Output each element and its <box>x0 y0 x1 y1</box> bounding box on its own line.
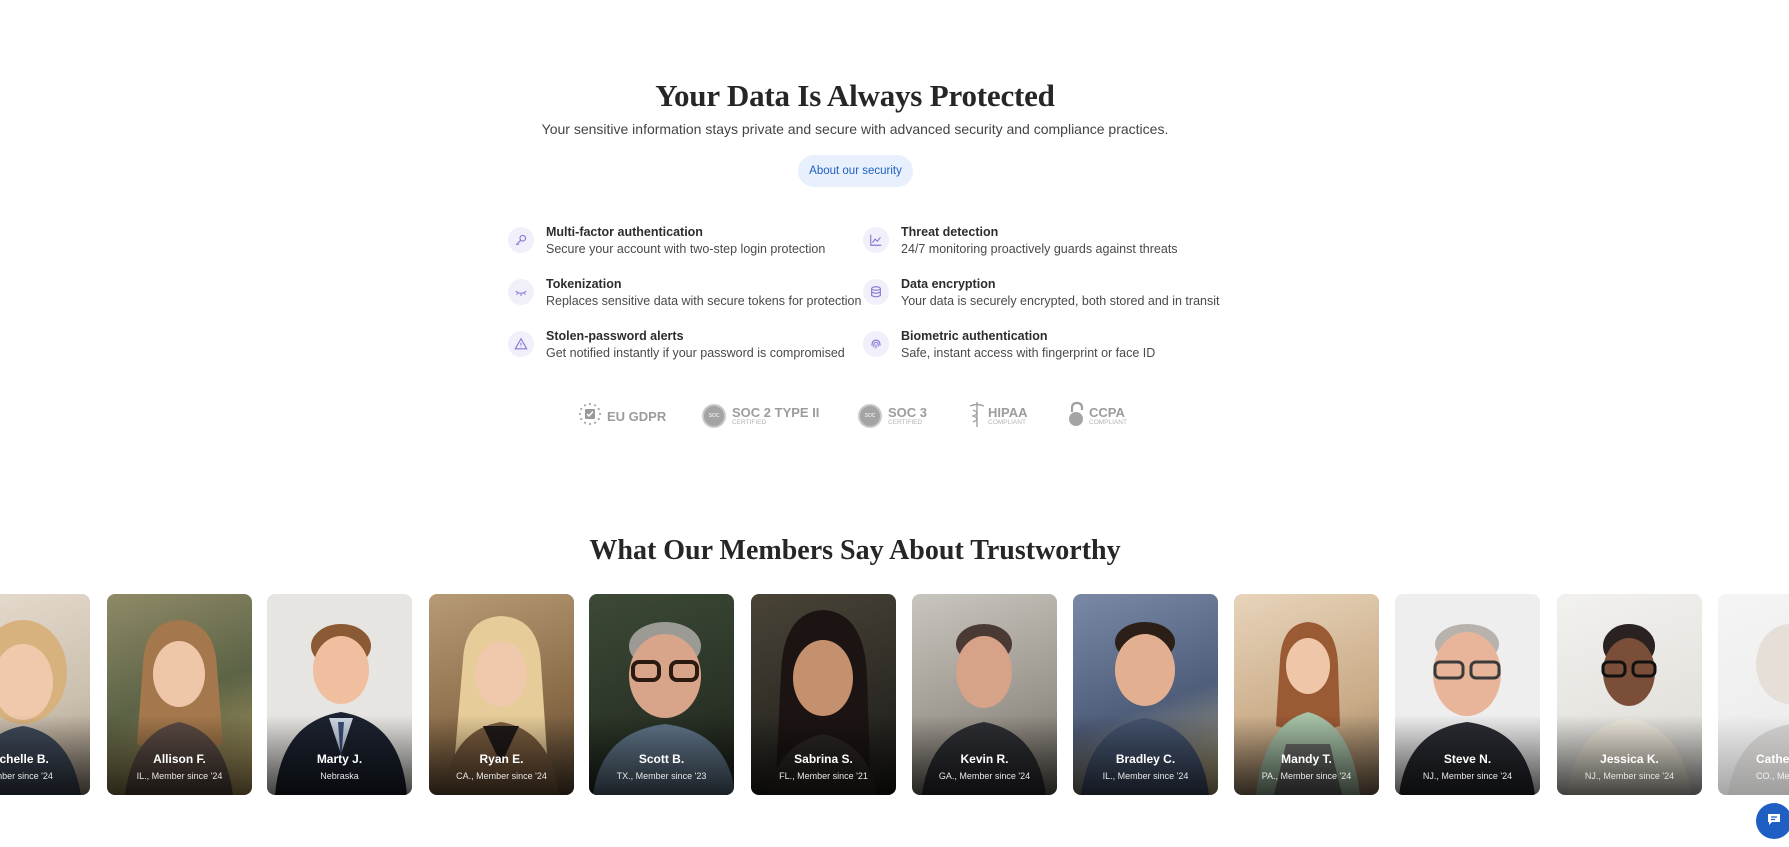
badge-name: SOC 2 TYPE II <box>732 405 820 420</box>
feature-desc: 24/7 monitoring proactively guards again… <box>901 242 1178 256</box>
padlock-icon <box>1068 401 1086 432</box>
feature-title: Threat detection <box>901 225 999 239</box>
aicpa-seal-icon: SOC <box>702 404 726 428</box>
badge-name: HIPAA <box>988 405 1028 420</box>
testimonial-card[interactable]: Ryan E. CA., Member since '24 <box>429 594 574 795</box>
member-name: Allison F. <box>153 752 206 766</box>
member-name: Cathe <box>1756 752 1789 766</box>
member-name: Ryan E. <box>479 752 524 766</box>
feature-desc: Get notified instantly if your password … <box>546 346 845 360</box>
security-heading: Your Data Is Always Protected <box>655 78 1055 113</box>
badge-name: SOC 3 <box>888 405 928 420</box>
badge-ccpa: CCPA COMPLIANT <box>1068 401 1127 431</box>
testimonial-card[interactable]: Marty J. Nebraska <box>267 594 412 795</box>
feature-data-encryption: Data encryption Your data is securely en… <box>863 276 1219 310</box>
badge-sub: COMPLIANT <box>1089 419 1127 426</box>
key-icon <box>508 227 534 253</box>
member-meta: Nebraska <box>320 771 359 781</box>
badge-sub: COMPLIANT <box>988 419 1026 426</box>
testimonial-card[interactable]: Michelle B. Member since '24 <box>0 594 90 795</box>
badge-sub: CERTIFIED <box>888 419 923 426</box>
fingerprint-icon <box>863 331 889 357</box>
page: Your Data Is Always Protected Your sensi… <box>0 0 1789 847</box>
feature-desc: Secure your account with two-step login … <box>546 242 826 256</box>
feature-desc: Your data is securely encrypted, both st… <box>901 294 1220 308</box>
member-meta: Member since '24 <box>0 771 53 781</box>
member-meta: FL., Member since '21 <box>779 771 868 781</box>
feature-desc: Replaces sensitive data with secure toke… <box>546 294 862 308</box>
member-name: Steve N. <box>1443 752 1492 766</box>
chat-button[interactable] <box>1756 803 1789 839</box>
testimonial-card[interactable]: Bradley C. IL., Member since '24 <box>1073 594 1218 795</box>
member-name: Michelle B. <box>0 752 49 766</box>
feature-threat-detection: Threat detection 24/7 monitoring proacti… <box>863 224 1178 258</box>
testimonials-heading: What Our Members Say About Trustworthy <box>589 535 1121 566</box>
about-security-button[interactable]: About our security <box>798 155 913 187</box>
feature-title: Multi-factor authentication <box>546 225 703 239</box>
testimonial-card[interactable]: Kevin R. GA., Member since '24 <box>912 594 1057 795</box>
member-name: Kevin R. <box>960 752 1009 766</box>
feature-desc: Safe, instant access with fingerprint or… <box>901 346 1156 360</box>
chat-bubble-icon <box>1766 811 1782 832</box>
testimonial-card[interactable]: Mandy T. PA., Member since '24 <box>1234 594 1379 795</box>
member-name: Scott B. <box>638 752 685 766</box>
member-meta: CA., Member since '24 <box>456 771 547 781</box>
badge-soc3: SOC SOC 3 CERTIFIED <box>858 401 927 431</box>
badge-sub: CERTIFIED <box>732 419 767 426</box>
eu-stars-check-icon <box>578 402 602 431</box>
testimonial-card[interactable]: Scott B. TX., Member since '23 <box>589 594 734 795</box>
badge-soc2: SOC SOC 2 TYPE II CERTIFIED <box>702 401 819 431</box>
badge-name: CCPA <box>1089 405 1125 420</box>
member-meta: IL., Member since '24 <box>1102 771 1189 781</box>
member-name: Jessica K. <box>1600 752 1659 766</box>
member-meta: TX., Member since '23 <box>616 771 707 781</box>
testimonial-card[interactable]: Cathe CO., Mem <box>1718 594 1789 795</box>
member-name: Bradley C. <box>1115 752 1176 766</box>
member-name: Sabrina S. <box>794 752 853 766</box>
member-meta: CO., Mem <box>1756 771 1789 781</box>
eye-closed-icon <box>508 279 534 305</box>
database-icon <box>863 279 889 305</box>
feature-title: Biometric authentication <box>901 329 1048 343</box>
feature-title: Stolen-password alerts <box>546 329 684 343</box>
caduceus-icon <box>968 400 986 433</box>
chart-line-icon <box>863 227 889 253</box>
member-name: Mandy T. <box>1281 752 1332 766</box>
security-subtitle: Your sensitive information stays private… <box>541 121 1169 137</box>
testimonials-carousel[interactable]: Michelle B. Member since '24 Allison F. … <box>0 594 1789 795</box>
member-meta: PA., Member since '24 <box>1261 771 1352 781</box>
testimonial-card[interactable]: Sabrina S. FL., Member since '21 <box>751 594 896 795</box>
feature-tokenization: Tokenization Replaces sensitive data wit… <box>508 276 861 310</box>
member-name: Marty J. <box>316 752 363 766</box>
warning-triangle-icon <box>508 331 534 357</box>
aicpa-seal-icon: SOC <box>858 404 882 428</box>
badge-eu-gdpr: EU GDPR <box>578 401 666 431</box>
member-meta: IL., Member since '24 <box>136 771 223 781</box>
feature-title: Data encryption <box>901 277 996 291</box>
badge-hipaa: HIPAA COMPLIANT <box>968 401 1027 431</box>
feature-biometric: Biometric authentication Safe, instant a… <box>863 328 1155 362</box>
badge-name: EU GDPR <box>607 408 667 424</box>
member-meta: NJ., Member since '24 <box>1584 771 1675 781</box>
testimonial-card[interactable]: Jessica K. NJ., Member since '24 <box>1557 594 1702 795</box>
testimonial-card[interactable]: Allison F. IL., Member since '24 <box>107 594 252 795</box>
member-meta: GA., Member since '24 <box>938 771 1031 781</box>
feature-mfa: Multi-factor authentication Secure your … <box>508 224 825 258</box>
feature-title: Tokenization <box>546 277 622 291</box>
member-meta: NJ., Member since '24 <box>1422 771 1513 781</box>
testimonial-card[interactable]: Steve N. NJ., Member since '24 <box>1395 594 1540 795</box>
feature-stolen-password: Stolen-password alerts Get notified inst… <box>508 328 845 362</box>
